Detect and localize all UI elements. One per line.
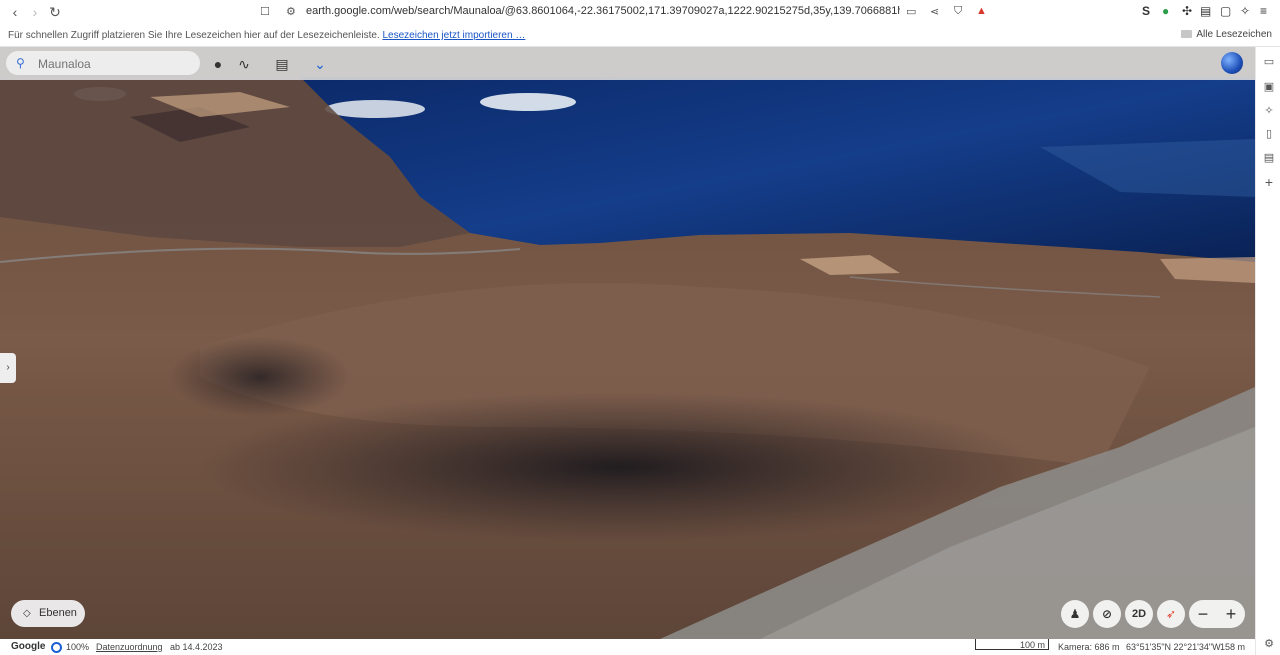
tilt-toggle-icon[interactable]: ⊘ [1093, 600, 1121, 628]
location-pin-icon[interactable]: ● [208, 54, 228, 74]
coordinates: 63°51'35"N 22°21'34"W [1126, 642, 1221, 652]
sidebar-bookmarks-icon[interactable]: ▯ [1262, 127, 1276, 141]
bookmarks-hint: Für schnellen Zugriff platzieren Sie Ihr… [8, 30, 525, 41]
sidebar-toggle-icon[interactable]: ▤ [1200, 4, 1211, 18]
address-bar[interactable]: ☐ ⚙ earth.google.com/web/search/Maunaloa… [254, 1, 1000, 23]
zoom-controls: − + [1189, 600, 1245, 628]
sidebar-assistant-icon[interactable]: ✧ [1262, 104, 1276, 118]
view-2d-button[interactable]: 2D [1125, 600, 1153, 628]
chevron-down-icon[interactable]: ⌄ [310, 54, 330, 74]
forward-button[interactable]: › [26, 3, 44, 21]
panel-expand-chevron-icon[interactable]: › [0, 353, 16, 383]
sidebar-tab-icon[interactable]: ▭ [1262, 55, 1276, 69]
elevation: 158 m [1220, 642, 1246, 652]
sidebar-add-icon[interactable]: + [1262, 175, 1276, 189]
shield-icon[interactable]: ⛉ [954, 5, 962, 18]
bookmark-icon[interactable]: ☐ [260, 5, 270, 18]
extensions-puzzle-icon[interactable]: ✣ [1182, 4, 1192, 18]
folder-icon [1181, 30, 1193, 38]
extension-shield-icon[interactable]: ● [1162, 4, 1169, 18]
reload-button[interactable]: ↻ [46, 3, 64, 21]
path-icon[interactable]: ∿ [234, 54, 254, 74]
share-icon[interactable]: ⋖ [930, 5, 939, 18]
earth-toolbar: ⚲ ● ∿ ▤ ⌄ [0, 47, 1255, 80]
bookmarks-hint-text: Für schnellen Zugriff platzieren Sie Ihr… [8, 30, 380, 41]
sidebar-settings-icon[interactable]: ⚙ [1262, 637, 1276, 651]
menu-icon[interactable]: ≡ [1260, 4, 1267, 18]
all-bookmarks-button[interactable]: Alle Lesezeichen [1181, 29, 1272, 40]
satellite-terrain[interactable] [0, 47, 1255, 639]
cast-icon[interactable]: ▭ [906, 5, 916, 18]
all-bookmarks-label: Alle Lesezeichen [1196, 29, 1272, 40]
ai-assistant-icon[interactable]: ✧ [1240, 4, 1250, 18]
account-globe-icon[interactable] [1221, 52, 1243, 74]
layers-icon: ◇ [23, 608, 31, 619]
compass-icon[interactable]: ➶ [1157, 600, 1185, 628]
wallet-icon[interactable]: ▢ [1220, 4, 1231, 18]
ruler-icon[interactable]: ▤ [272, 54, 292, 74]
street-view-pegman-icon[interactable]: ♟ [1061, 600, 1089, 628]
earth-viewport[interactable]: ⚲ ● ∿ ▤ ⌄ › ◇ Ebenen ♟ ⊘ 2D ➶ − + [0, 47, 1255, 639]
layers-button[interactable]: ◇ Ebenen [11, 600, 85, 627]
camera-altitude: Kamera: 686 m [1058, 642, 1120, 652]
sidebar-wallet-icon[interactable]: ▣ [1262, 80, 1276, 94]
import-bookmarks-link[interactable]: Lesezeichen jetzt importieren … [382, 30, 525, 41]
back-button[interactable]: ‹ [6, 3, 24, 21]
search-input[interactable] [36, 55, 190, 73]
browser-sidebar: ▭ ▣ ✧ ▯ ▤ + ⚙ [1255, 47, 1280, 655]
google-logo: Google [11, 641, 46, 652]
earth-footer: Google 100% Datenzuordnung ab 14.4.2023 … [0, 639, 1255, 655]
attribution-link[interactable]: Datenzuordnung [96, 642, 163, 652]
zoom-level: 100% [66, 642, 90, 652]
scale-label: 100 m [1020, 640, 1046, 650]
bookmarks-bar: Für schnellen Zugriff platzieren Sie Ihr… [0, 24, 1280, 47]
extension-s-icon[interactable]: S [1142, 4, 1150, 18]
zoom-in-button[interactable]: + [1217, 600, 1245, 628]
imagery-date: ab 14.4.2023 [170, 642, 223, 652]
sidebar-reading-list-icon[interactable]: ▤ [1262, 151, 1276, 165]
loading-ring-icon [51, 642, 62, 653]
url-text[interactable]: earth.google.com/web/search/Maunaloa/@63… [306, 5, 900, 17]
layers-label: Ebenen [39, 607, 77, 619]
search-icon: ⚲ [16, 56, 25, 70]
browser-toolbar: ‹ › ↻ ☐ ⚙ earth.google.com/web/search/Ma… [0, 0, 1280, 24]
zoom-out-button[interactable]: − [1189, 600, 1217, 628]
warning-triangle-icon[interactable]: ▲ [976, 5, 987, 17]
search-box[interactable]: ⚲ [6, 51, 200, 75]
site-info-icon[interactable]: ⚙ [286, 5, 296, 18]
